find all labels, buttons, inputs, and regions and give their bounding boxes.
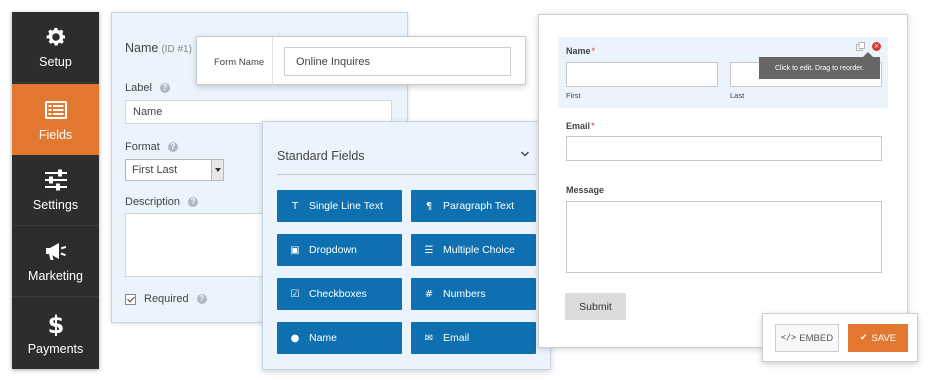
megaphone-icon (45, 243, 66, 260)
field-button-label: Dropdown (309, 244, 357, 256)
last-sublabel: Last (730, 91, 745, 100)
field-id: (ID #1) (161, 44, 192, 55)
help-icon[interactable]: ? (196, 294, 207, 304)
builder-sidebar: Setup Fields Settings Marketing $ Paymen… (12, 12, 99, 369)
required-label-text: Required (144, 293, 189, 305)
required-checkbox[interactable] (125, 294, 136, 305)
label-field-label: Label? (125, 82, 170, 94)
sidebar-item-label: Fields (38, 127, 73, 142)
message-field-label: Message (566, 185, 605, 195)
field-button-label: Checkboxes (309, 288, 367, 300)
required-field-label: Required? (144, 293, 207, 305)
form-name-label: Form Name (214, 57, 265, 68)
email-field-label: Email* (566, 121, 595, 131)
help-icon[interactable]: ? (167, 142, 178, 152)
dropdown-icon: ▣ (290, 244, 300, 256)
divider (277, 174, 536, 175)
sidebar-item-label: Marketing (28, 269, 83, 283)
field-button-label: Multiple Choice (443, 244, 515, 256)
description-label-text: Description (125, 196, 181, 208)
standard-fields-title: Standard Fields (277, 149, 365, 163)
user-icon: ● (290, 332, 300, 344)
email-label-text: Email (566, 121, 591, 131)
description-field-label: Description? (125, 196, 199, 208)
add-name-button[interactable]: ● Name (277, 322, 402, 354)
name-field-label: Name* (566, 46, 595, 56)
add-single-line-text-button[interactable]: T Single Line Text (277, 190, 402, 222)
hash-icon: # (424, 288, 434, 300)
required-mark: * (591, 46, 596, 56)
add-checkboxes-button[interactable]: ☑ Checkboxes (277, 278, 402, 310)
code-icon: </> (780, 333, 797, 343)
sidebar-item-setup[interactable]: Setup (12, 12, 99, 83)
form-name-input[interactable]: Online Inquires (284, 47, 511, 76)
add-dropdown-button[interactable]: ▣ Dropdown (277, 234, 402, 266)
sidebar-item-marketing[interactable]: Marketing (12, 226, 99, 297)
save-label: SAVE (871, 332, 897, 344)
add-paragraph-text-button[interactable]: ¶ Paragraph Text (411, 190, 536, 222)
field-button-label: Numbers (443, 288, 486, 300)
text-icon: T (291, 200, 299, 212)
format-select-value: First Last (132, 164, 178, 176)
format-field-label: Format? (125, 141, 178, 153)
field-button-label: Single Line Text (309, 200, 383, 212)
field-button-label: Paragraph Text (443, 200, 515, 212)
email-input[interactable] (566, 136, 882, 161)
delete-icon[interactable]: × (872, 42, 881, 51)
sidebar-item-settings[interactable]: Settings (12, 155, 99, 226)
name-label-text: Name (566, 46, 591, 56)
label-label-text: Label (125, 82, 152, 94)
standard-fields-panel: Standard Fields T Single Line Text ¶ Parag… (262, 121, 551, 370)
duplicate-icon[interactable] (856, 42, 865, 51)
sidebar-item-label: Settings (32, 198, 79, 212)
sliders-icon (44, 169, 67, 191)
field-button-label: Name (309, 332, 338, 344)
field-button-label: Email (443, 332, 470, 344)
divider (272, 37, 273, 86)
required-mark: * (591, 121, 595, 131)
sidebar-item-label: Payments (27, 341, 84, 356)
sidebar-item-fields[interactable]: Fields (12, 84, 99, 155)
submit-button[interactable]: Submit (565, 293, 626, 320)
edit-tooltip: Click to edit. Drag to reorder. (759, 52, 880, 79)
gear-icon (46, 27, 65, 46)
list-icon (44, 100, 67, 119)
field-options-title: Name (ID #1) (125, 41, 192, 55)
format-select[interactable]: First Last (125, 159, 224, 181)
embed-label: EMBED (799, 332, 834, 344)
sidebar-item-payments[interactable]: $ Payments (12, 298, 99, 369)
save-button[interactable]: ✔ SAVE (848, 324, 908, 352)
help-icon[interactable]: ? (188, 197, 199, 207)
embed-button[interactable]: </> EMBED (775, 324, 839, 352)
list-icon: ☰ (424, 244, 434, 256)
envelope-icon: ✉ (424, 332, 434, 344)
add-multiple-choice-button[interactable]: ☰ Multiple Choice (411, 234, 536, 266)
message-textarea[interactable] (566, 201, 882, 273)
sidebar-item-label: Setup (39, 55, 72, 69)
svg-text:$: $ (47, 312, 64, 336)
format-label-text: Format (125, 141, 160, 153)
action-bar: </> EMBED ✔ SAVE (762, 313, 918, 362)
field-title-text: Name (125, 41, 159, 55)
dollar-icon: $ (47, 312, 64, 336)
chevron-down-icon[interactable] (520, 149, 530, 159)
first-name-input[interactable] (566, 62, 718, 87)
check-icon: ✔ (859, 333, 868, 343)
help-icon[interactable]: ? (159, 83, 170, 93)
add-numbers-button[interactable]: # Numbers (411, 278, 536, 310)
first-sublabel: First (566, 91, 581, 100)
chevron-down-icon[interactable] (211, 160, 223, 180)
checkbox-icon: ☑ (290, 288, 300, 300)
add-email-button[interactable]: ✉ Email (411, 322, 536, 354)
form-name-popup: Form Name Online Inquires (196, 36, 526, 86)
paragraph-icon: ¶ (425, 200, 433, 212)
